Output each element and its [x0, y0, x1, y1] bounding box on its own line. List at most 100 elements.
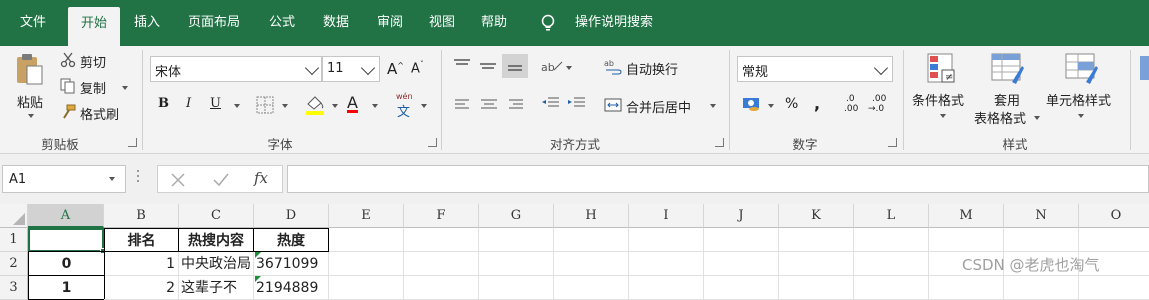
chevron-down-icon[interactable]	[421, 104, 427, 108]
cell-a2[interactable]: 0	[28, 251, 105, 276]
chevron-down-icon[interactable]	[768, 104, 774, 108]
tab-home[interactable]: 开始	[68, 7, 120, 46]
merge-center-button[interactable]: 合并后居中	[604, 94, 724, 118]
align-top-icon[interactable]	[452, 58, 472, 72]
font-name-select[interactable]: 宋体	[150, 56, 322, 82]
cell-d3[interactable]: 2194889	[254, 276, 329, 300]
enter-check-icon[interactable]	[212, 172, 230, 188]
column-header-k[interactable]: K	[779, 204, 854, 228]
tell-me-search[interactable]: 操作说明搜索	[566, 0, 662, 46]
tab-page-layout[interactable]: 页面布局	[180, 0, 248, 46]
chevron-down-icon[interactable]	[566, 66, 572, 70]
tab-review[interactable]: 审阅	[368, 0, 412, 46]
cell-c1[interactable]: 热搜内容	[178, 228, 254, 252]
column-header-f[interactable]: F	[404, 204, 479, 228]
column-header-e[interactable]: E	[329, 204, 404, 228]
orientation-icon[interactable]: ab	[540, 58, 564, 74]
column-header-c[interactable]: C	[179, 204, 254, 228]
cell-a1[interactable]	[28, 228, 104, 252]
number-format-select[interactable]: 常规	[737, 56, 893, 82]
format-painter-button[interactable]: 格式刷	[58, 102, 130, 124]
column-header-d[interactable]: D	[254, 204, 329, 228]
font-dialog-launcher[interactable]	[428, 138, 437, 147]
decrease-font-button[interactable]: Aˇ	[411, 60, 424, 76]
number-dialog-launcher[interactable]	[888, 138, 897, 147]
conditional-formatting-button[interactable]: ≠ 条件格式	[910, 50, 974, 128]
cell-d1[interactable]: 热度	[253, 228, 329, 252]
column-header-g[interactable]: G	[479, 204, 554, 228]
cell-a3[interactable]: 1	[28, 275, 105, 300]
align-bottom-button[interactable]	[502, 54, 528, 78]
tab-file[interactable]: 文件	[8, 0, 58, 46]
formula-input[interactable]	[287, 165, 1149, 193]
cancel-icon[interactable]	[170, 172, 186, 188]
accounting-format-icon[interactable]	[742, 96, 762, 112]
insert-cells-icon[interactable]	[1140, 54, 1149, 84]
cell-c2[interactable]: 中央政治局	[179, 252, 254, 276]
chevron-down-icon[interactable]	[332, 104, 338, 108]
column-header-m[interactable]: M	[929, 204, 1004, 228]
tab-formulas[interactable]: 公式	[260, 0, 304, 46]
name-box[interactable]: A1	[2, 165, 126, 193]
column-header-h[interactable]: H	[554, 204, 629, 228]
cell-styles-button[interactable]: 单元格样式	[1044, 50, 1120, 128]
decrease-indent-icon[interactable]	[540, 96, 560, 112]
align-middle-icon[interactable]	[478, 60, 498, 74]
decrease-decimal-button[interactable]: .00 →.0	[868, 94, 892, 118]
font-size-select[interactable]: 11	[322, 56, 380, 82]
chevron-down-icon[interactable]	[282, 104, 288, 108]
tab-view[interactable]: 视图	[420, 0, 464, 46]
underline-button[interactable]: U	[210, 96, 221, 111]
phonetic-button[interactable]: wén 文	[394, 92, 416, 120]
cut-button[interactable]: 剪切	[58, 50, 128, 72]
align-center-icon[interactable]	[480, 98, 498, 112]
column-header-j[interactable]: J	[704, 204, 779, 228]
cell-c3[interactable]: 这辈子不	[179, 276, 254, 300]
column-header-b[interactable]: B	[104, 204, 179, 228]
chevron-down-icon[interactable]	[122, 86, 128, 90]
font-color-button[interactable]: A	[347, 93, 358, 112]
tab-insert[interactable]: 插入	[124, 0, 170, 46]
bold-button[interactable]: B	[158, 96, 169, 111]
row-header-3[interactable]: 3	[0, 276, 28, 300]
tab-help[interactable]: 帮助	[472, 0, 516, 46]
align-right-icon[interactable]	[506, 98, 524, 112]
wrap-text-label: 自动换行	[626, 63, 679, 78]
align-left-icon[interactable]	[454, 98, 472, 112]
italic-button[interactable]: I	[186, 96, 191, 111]
increase-indent-icon[interactable]	[566, 96, 586, 112]
cell-d2[interactable]: 3671099	[254, 252, 329, 276]
cell-b2[interactable]: 1	[104, 252, 179, 276]
select-all-corner[interactable]	[0, 204, 28, 228]
formula-bar-grip[interactable]	[137, 170, 140, 186]
cell-b1[interactable]: 排名	[104, 228, 179, 252]
insert-function-button[interactable]: fx	[254, 169, 268, 187]
clipboard-dialog-launcher[interactable]	[128, 138, 137, 147]
row-header-1[interactable]: 1	[0, 228, 28, 252]
tab-data[interactable]: 数据	[314, 0, 358, 46]
alignment-dialog-launcher[interactable]	[715, 138, 724, 147]
paste-button[interactable]: 粘贴	[8, 50, 50, 126]
chevron-down-icon[interactable]	[109, 177, 115, 181]
column-header-l[interactable]: L	[854, 204, 929, 228]
column-header-a[interactable]: A	[28, 204, 104, 228]
chevron-down-icon[interactable]	[28, 114, 34, 118]
comma-style-button[interactable]: ,	[814, 94, 820, 113]
increase-font-button[interactable]: A^	[387, 60, 404, 78]
copy-button[interactable]: 复制	[58, 76, 132, 98]
borders-icon[interactable]	[256, 96, 274, 114]
increase-decimal-button[interactable]: .0 .00	[842, 94, 864, 118]
conditional-formatting-icon: ≠	[927, 53, 955, 83]
row-header-2[interactable]: 2	[0, 252, 28, 276]
svg-text:ab: ab	[604, 59, 614, 68]
chevron-down-icon[interactable]	[234, 104, 240, 108]
column-header-o[interactable]: O	[1079, 204, 1149, 228]
fill-color-icon[interactable]	[304, 94, 326, 116]
column-header-n[interactable]: N	[1004, 204, 1079, 228]
chevron-down-icon[interactable]	[372, 104, 378, 108]
format-as-table-button[interactable]: 套用 表格格式	[972, 50, 1044, 128]
cell-b3[interactable]: 2	[104, 276, 179, 300]
wrap-text-button[interactable]: ab 自动换行	[604, 56, 694, 80]
column-header-i[interactable]: I	[629, 204, 704, 228]
percent-style-button[interactable]: %	[785, 96, 798, 112]
